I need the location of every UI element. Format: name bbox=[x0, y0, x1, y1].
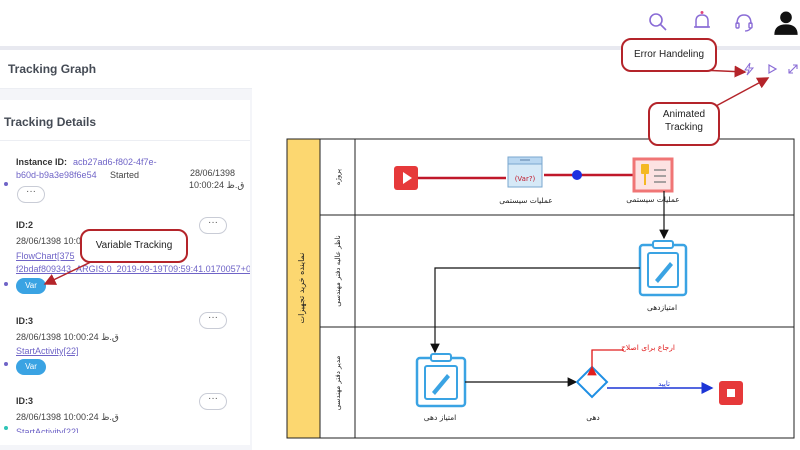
animated-token bbox=[572, 170, 582, 180]
callout-text: Tracking bbox=[665, 122, 703, 133]
error-handling-callout: Error Handeling bbox=[621, 38, 717, 72]
callout-text: Animated bbox=[662, 109, 706, 120]
callout-text: Variable Tracking bbox=[95, 240, 173, 251]
approve-flow-label: تایید bbox=[658, 380, 670, 388]
callout-text: Error Handeling bbox=[633, 49, 705, 60]
task-label: عملیات سیستمی bbox=[499, 196, 552, 205]
lane-label: ناظر عالیه دفتر مهندسی bbox=[334, 235, 342, 306]
variable-tracking-callout: Variable Tracking bbox=[80, 229, 188, 263]
var-token-label: (Var?) bbox=[515, 175, 536, 183]
task-label: عملیات سیستمی bbox=[626, 195, 679, 204]
system-operation-task-2[interactable] bbox=[632, 157, 674, 193]
pool-label: نماینده خرید تجهیزات bbox=[297, 253, 306, 324]
gateway-label: دهی bbox=[586, 413, 600, 422]
task-label: امتیاز دهی bbox=[424, 413, 456, 422]
lane-label: مدیر دفتر مهندسی bbox=[334, 355, 342, 410]
end-event[interactable] bbox=[719, 381, 743, 405]
return-flow-label: ارجاع برای اصلاح bbox=[621, 343, 675, 352]
start-event[interactable] bbox=[394, 166, 418, 190]
task-label: امتیازدهی bbox=[647, 303, 677, 312]
animated-tracking-callout: Animated Tracking bbox=[648, 102, 720, 146]
scoring-task-1[interactable] bbox=[638, 240, 688, 297]
scoring-task-2[interactable] bbox=[415, 353, 467, 408]
lane-label: پروژه bbox=[334, 169, 342, 185]
